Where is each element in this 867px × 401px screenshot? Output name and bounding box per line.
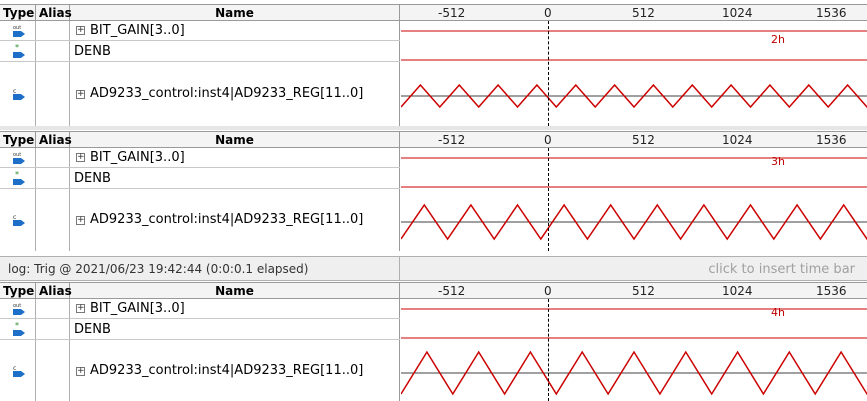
waveform-panel-2: Type Alias Name -512 0 512 1024 1536 out… (0, 131, 867, 251)
name-column-header[interactable]: Name (70, 283, 400, 299)
tick-label: 0 (544, 284, 552, 298)
time-cursor[interactable] (548, 21, 549, 126)
insert-time-bar-hint[interactable]: click to insert time bar (708, 262, 855, 277)
svg-text:*: * (15, 171, 19, 179)
bus-value-label: 2h (771, 33, 785, 46)
column-header: Type Alias Name -512 0 512 1024 1536 (0, 131, 867, 148)
signal-row[interactable]: out + BIT_GAIN[3..0] (0, 21, 400, 41)
expand-icon[interactable]: + (76, 90, 85, 99)
tick-label: 1536 (816, 133, 847, 147)
output-pin-icon: out (13, 25, 25, 37)
tick-label: -512 (438, 284, 466, 298)
tick-label: 1536 (816, 284, 847, 298)
signal-row[interactable]: c + AD9233_control:inst4|AD9233_REG[11..… (0, 62, 400, 126)
expand-icon[interactable]: + (76, 26, 85, 35)
output-pin-icon: out (13, 303, 25, 315)
signal-row[interactable]: * DENB (0, 319, 400, 340)
waveform-area[interactable] (401, 21, 867, 126)
tick-label: 512 (632, 6, 655, 20)
svg-text:c: c (13, 88, 16, 95)
tick-label: 0 (544, 133, 552, 147)
signal-name[interactable]: DENB (74, 44, 111, 59)
panel-separator (0, 126, 867, 130)
waveform-panel-3: Type Alias Name -512 0 512 1024 1536 out… (0, 282, 867, 401)
svg-text:c: c (13, 214, 16, 221)
signal-name[interactable]: BIT_GAIN[3..0] (90, 301, 185, 316)
signal-name[interactable]: AD9233_control:inst4|AD9233_REG[11..0] (90, 363, 363, 378)
column-header: Type Alias Name -512 0 512 1024 1536 (0, 4, 867, 21)
input-pin-icon: * (13, 44, 25, 58)
output-pin-icon: out (13, 152, 25, 164)
tick-label: -512 (438, 133, 466, 147)
signal-name[interactable]: BIT_GAIN[3..0] (90, 150, 185, 165)
name-column-header[interactable]: Name (70, 132, 400, 148)
signal-row[interactable]: * DENB (0, 168, 400, 189)
signal-row[interactable]: out + BIT_GAIN[3..0] (0, 299, 400, 319)
tick-label: 0 (544, 6, 552, 20)
combinational-node-icon: c (13, 365, 25, 377)
bus-value-label: 3h (771, 155, 785, 168)
type-column-header[interactable]: Type (0, 5, 36, 21)
log-bar: log: Trig @ 2021/06/23 19:42:44 (0:0:0.1… (0, 256, 867, 281)
waveform-area[interactable] (401, 299, 867, 401)
expand-icon[interactable]: + (76, 216, 85, 225)
alias-column-header[interactable]: Alias (36, 132, 72, 148)
tick-label: 1536 (816, 6, 847, 20)
signal-name[interactable]: BIT_GAIN[3..0] (90, 23, 185, 38)
svg-text:c: c (13, 365, 16, 372)
tick-label: 1024 (722, 6, 753, 20)
combinational-node-icon: c (13, 214, 25, 226)
tick-label: -512 (438, 6, 466, 20)
signal-row[interactable]: out + BIT_GAIN[3..0] (0, 148, 400, 168)
type-column-header[interactable]: Type (0, 132, 36, 148)
expand-icon[interactable]: + (76, 367, 85, 376)
expand-icon[interactable]: + (76, 153, 85, 162)
svg-text:out: out (13, 152, 21, 158)
tick-label: 1024 (722, 133, 753, 147)
bus-value-label: 4h (771, 306, 785, 319)
time-cursor[interactable] (548, 148, 549, 251)
waveform-area[interactable] (401, 148, 867, 251)
alias-column-header[interactable]: Alias (36, 283, 72, 299)
signal-row[interactable]: c + AD9233_control:inst4|AD9233_REG[11..… (0, 340, 400, 401)
type-column-header[interactable]: Type (0, 283, 36, 299)
signal-name[interactable]: AD9233_control:inst4|AD9233_REG[11..0] (90, 86, 363, 101)
svg-text:out: out (13, 303, 21, 309)
column-header: Type Alias Name -512 0 512 1024 1536 (0, 282, 867, 299)
alias-column-header[interactable]: Alias (36, 5, 72, 21)
combinational-node-icon: c (13, 88, 25, 100)
time-cursor[interactable] (548, 299, 549, 401)
expand-icon[interactable]: + (76, 304, 85, 313)
signal-name[interactable]: DENB (74, 171, 111, 186)
svg-text:*: * (15, 322, 19, 330)
signal-name[interactable]: DENB (74, 322, 111, 337)
tick-label: 512 (632, 133, 655, 147)
tick-label: 1024 (722, 284, 753, 298)
signal-row[interactable]: c + AD9233_control:inst4|AD9233_REG[11..… (0, 189, 400, 251)
signal-name[interactable]: AD9233_control:inst4|AD9233_REG[11..0] (90, 212, 363, 227)
input-pin-icon: * (13, 171, 25, 185)
svg-text:*: * (15, 44, 19, 52)
tick-label: 512 (632, 284, 655, 298)
waveform-panel-1: Type Alias Name -512 0 512 1024 1536 out… (0, 4, 867, 126)
svg-text:out: out (13, 25, 21, 31)
log-trigger-text: log: Trig @ 2021/06/23 19:42:44 (0:0:0.1… (8, 262, 309, 276)
input-pin-icon: * (13, 322, 25, 336)
signal-row[interactable]: * DENB (0, 41, 400, 62)
name-column-header[interactable]: Name (70, 5, 400, 21)
